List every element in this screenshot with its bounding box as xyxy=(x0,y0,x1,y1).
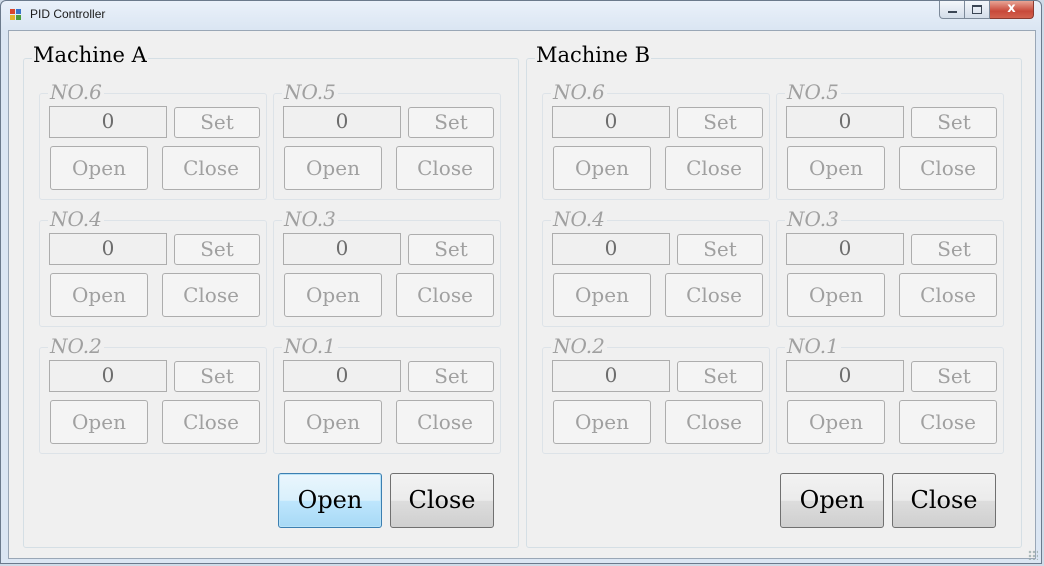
unit-label: NO.1 xyxy=(282,334,338,358)
machine-b-close-button[interactable]: Close xyxy=(892,473,996,528)
open-button[interactable]: Open xyxy=(50,273,148,317)
close-button[interactable]: Close xyxy=(162,400,260,444)
value-field[interactable]: 0 xyxy=(49,233,167,265)
set-button[interactable]: Set xyxy=(408,107,494,138)
open-button[interactable]: Open xyxy=(787,146,885,190)
value-field[interactable]: 0 xyxy=(283,360,401,392)
close-button[interactable]: Close xyxy=(396,400,494,444)
maximize-button[interactable] xyxy=(965,1,990,19)
set-button[interactable]: Set xyxy=(677,361,763,392)
machine-a-group: Machine A NO.6 0 Set Open Close NO.5 0 S… xyxy=(23,43,519,548)
open-button[interactable]: Open xyxy=(553,400,651,444)
machine-b-label: Machine B xyxy=(535,43,652,67)
client-area: Machine A NO.6 0 Set Open Close NO.5 0 S… xyxy=(8,30,1036,559)
machine-a-open-button[interactable]: Open xyxy=(278,473,382,528)
open-button[interactable]: Open xyxy=(284,273,382,317)
close-button[interactable]: Close xyxy=(162,146,260,190)
set-button[interactable]: Set xyxy=(408,234,494,265)
set-button[interactable]: Set xyxy=(408,361,494,392)
set-button[interactable]: Set xyxy=(911,361,997,392)
unit-label: NO.4 xyxy=(48,207,104,231)
value-field[interactable]: 0 xyxy=(283,233,401,265)
close-window-button[interactable]: x xyxy=(990,1,1034,19)
main-window: PID Controller x Machine A NO.6 0 Set Op… xyxy=(0,0,1042,564)
caption-buttons: x xyxy=(939,1,1034,20)
machine-b-open-button[interactable]: Open xyxy=(780,473,884,528)
machine-b-unit-no2: NO.2 0 Set Open Close xyxy=(542,335,770,454)
machine-a-unit-no4: NO.4 0 Set Open Close xyxy=(39,208,267,327)
close-button[interactable]: Close xyxy=(396,273,494,317)
open-button[interactable]: Open xyxy=(787,400,885,444)
close-icon: x xyxy=(1007,1,1016,16)
machine-a-unit-no5: NO.5 0 Set Open Close xyxy=(273,81,501,200)
close-button[interactable]: Close xyxy=(665,146,763,190)
set-button[interactable]: Set xyxy=(677,234,763,265)
set-button[interactable]: Set xyxy=(174,234,260,265)
open-button[interactable]: Open xyxy=(284,146,382,190)
machine-b-unit-no3: NO.3 0 Set Open Close xyxy=(776,208,1004,327)
value-field[interactable]: 0 xyxy=(49,360,167,392)
minimize-button[interactable] xyxy=(939,1,965,19)
window-title: PID Controller xyxy=(30,7,106,21)
machine-a-unit-no3: NO.3 0 Set Open Close xyxy=(273,208,501,327)
close-button[interactable]: Close xyxy=(899,146,997,190)
value-field[interactable]: 0 xyxy=(552,233,670,265)
machine-b-unit-no6: NO.6 0 Set Open Close xyxy=(542,81,770,200)
value-field[interactable]: 0 xyxy=(49,106,167,138)
value-field[interactable]: 0 xyxy=(283,106,401,138)
close-button[interactable]: Close xyxy=(162,273,260,317)
set-button[interactable]: Set xyxy=(911,107,997,138)
open-button[interactable]: Open xyxy=(50,146,148,190)
set-button[interactable]: Set xyxy=(174,107,260,138)
machine-a-unit-no2: NO.2 0 Set Open Close xyxy=(39,335,267,454)
close-button[interactable]: Close xyxy=(665,273,763,317)
unit-label: NO.5 xyxy=(785,80,841,104)
machine-b-group: Machine B NO.6 0 Set Open Close NO.5 0 S… xyxy=(526,43,1022,548)
title-bar[interactable]: PID Controller x xyxy=(1,1,1041,29)
machine-b-unit-no5: NO.5 0 Set Open Close xyxy=(776,81,1004,200)
unit-label: NO.5 xyxy=(282,80,338,104)
set-button[interactable]: Set xyxy=(174,361,260,392)
resize-grip[interactable] xyxy=(1028,550,1038,560)
machine-a-unit-no1: NO.1 0 Set Open Close xyxy=(273,335,501,454)
set-button[interactable]: Set xyxy=(677,107,763,138)
close-button[interactable]: Close xyxy=(396,146,494,190)
open-button[interactable]: Open xyxy=(50,400,148,444)
unit-label: NO.1 xyxy=(785,334,841,358)
machine-a-label: Machine A xyxy=(32,43,148,67)
value-field[interactable]: 0 xyxy=(786,106,904,138)
open-button[interactable]: Open xyxy=(787,273,885,317)
unit-label: NO.2 xyxy=(551,334,607,358)
set-button[interactable]: Set xyxy=(911,234,997,265)
open-button[interactable]: Open xyxy=(284,400,382,444)
value-field[interactable]: 0 xyxy=(552,106,670,138)
close-button[interactable]: Close xyxy=(899,400,997,444)
open-button[interactable]: Open xyxy=(553,273,651,317)
value-field[interactable]: 0 xyxy=(786,360,904,392)
close-button[interactable]: Close xyxy=(899,273,997,317)
value-field[interactable]: 0 xyxy=(786,233,904,265)
unit-label: NO.3 xyxy=(282,207,338,231)
machine-a-unit-no6: NO.6 0 Set Open Close xyxy=(39,81,267,200)
unit-label: NO.6 xyxy=(551,80,607,104)
app-icon xyxy=(10,9,22,21)
machine-a-close-button[interactable]: Close xyxy=(390,473,494,528)
machine-b-unit-no4: NO.4 0 Set Open Close xyxy=(542,208,770,327)
open-button[interactable]: Open xyxy=(553,146,651,190)
machine-b-unit-no1: NO.1 0 Set Open Close xyxy=(776,335,1004,454)
close-button[interactable]: Close xyxy=(665,400,763,444)
unit-label: NO.3 xyxy=(785,207,841,231)
unit-label: NO.6 xyxy=(48,80,104,104)
value-field[interactable]: 0 xyxy=(552,360,670,392)
unit-label: NO.4 xyxy=(551,207,607,231)
unit-label: NO.2 xyxy=(48,334,104,358)
